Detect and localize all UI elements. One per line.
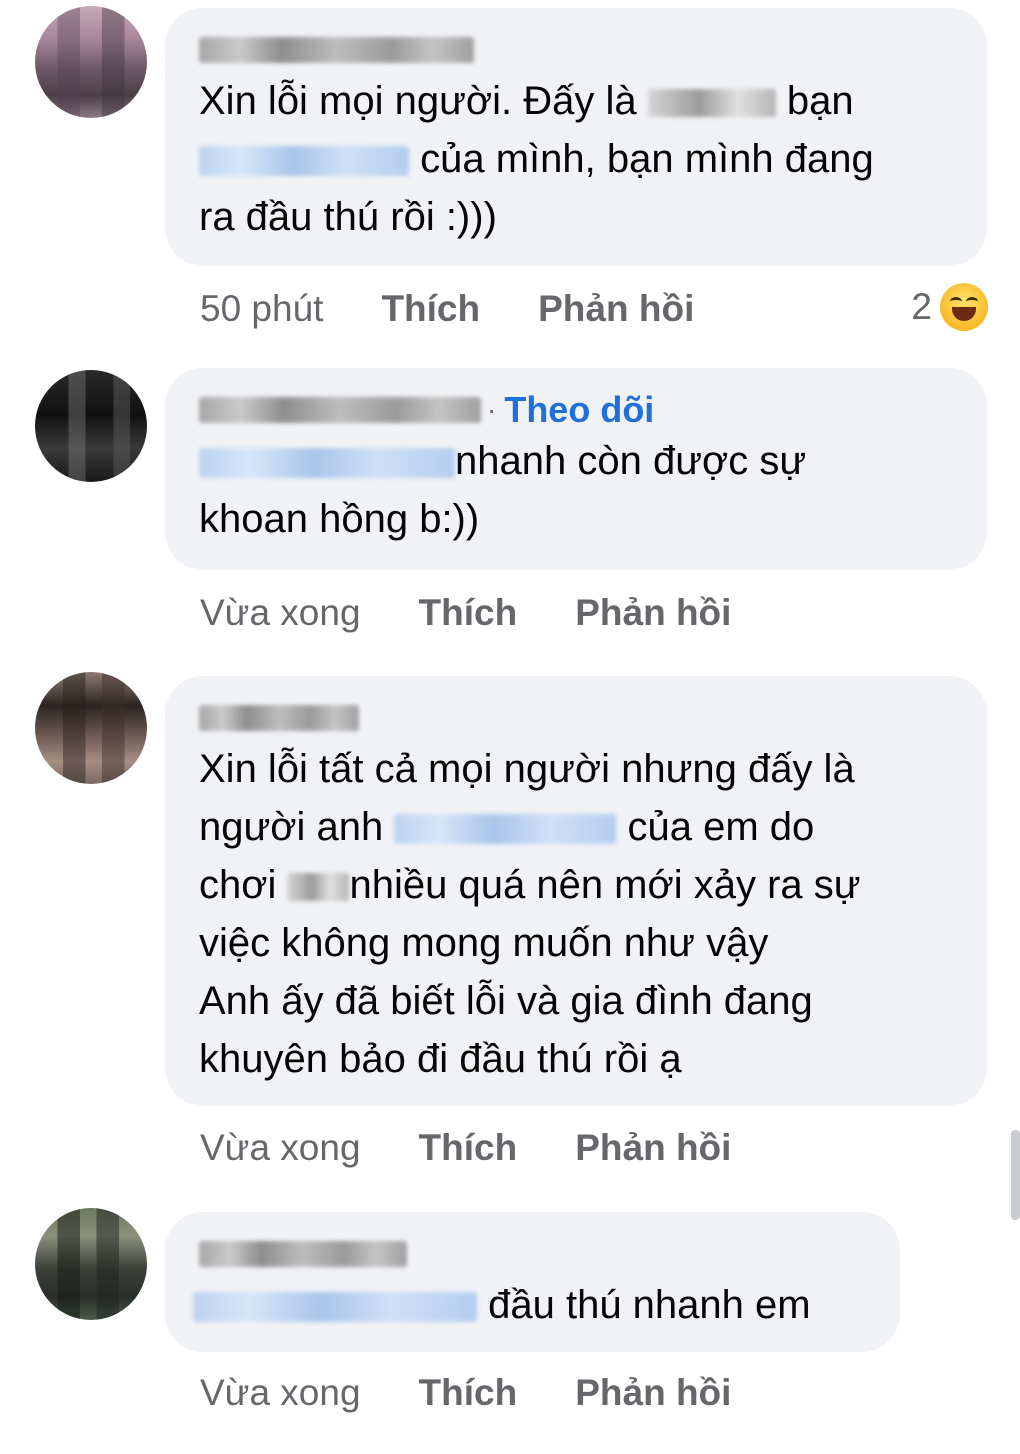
- comment-bubble: · Theo dõi nhanh còn được sự khoan hồng …: [165, 368, 987, 570]
- avatar[interactable]: [35, 370, 147, 482]
- timestamp[interactable]: Vừa xong: [200, 1372, 361, 1414]
- comment-actions: Vừa xong Thích Phản hồi: [200, 1123, 789, 1173]
- author-name-redacted[interactable]: [199, 705, 359, 731]
- haha-reaction-icon: [940, 283, 988, 331]
- redacted-text: [647, 89, 776, 117]
- comment-actions: 50 phút Thích Phản hồi: [200, 284, 752, 334]
- redacted-text: [287, 873, 350, 901]
- timestamp[interactable]: 50 phút: [200, 288, 323, 330]
- avatar-image: [35, 672, 147, 784]
- mention-link-redacted[interactable]: [193, 1292, 477, 1322]
- avatar-image: [35, 6, 147, 118]
- like-button[interactable]: Thích: [419, 1372, 518, 1414]
- like-button[interactable]: Thích: [419, 1127, 518, 1169]
- avatar-image: [35, 1208, 147, 1320]
- comment-bubble: Xin lỗi mọi người. Đấy là bạn của mình, …: [165, 8, 987, 266]
- separator-dot: ·: [487, 394, 497, 425]
- comment-actions: Vừa xong Thích Phản hồi: [200, 1368, 789, 1418]
- reaction-count: 2: [911, 286, 932, 327]
- comment-actions: Vừa xong Thích Phản hồi: [200, 588, 789, 638]
- comment-text: Xin lỗi tất cả mọi người nhưng đấy là ng…: [199, 747, 861, 1081]
- comment-bubble: đầu thú nhanh em: [165, 1212, 900, 1352]
- reply-button[interactable]: Phản hồi: [575, 1372, 731, 1414]
- comment-bubble: Xin lỗi tất cả mọi người nhưng đấy là ng…: [165, 676, 987, 1106]
- author-name-redacted[interactable]: [199, 1241, 407, 1267]
- mention-link-redacted[interactable]: [199, 146, 409, 176]
- timestamp[interactable]: Vừa xong: [200, 1127, 361, 1169]
- reply-button[interactable]: Phản hồi: [575, 592, 731, 634]
- comment-text: đầu thú nhanh em: [193, 1276, 866, 1334]
- reply-button[interactable]: Phản hồi: [575, 1127, 731, 1169]
- timestamp[interactable]: Vừa xong: [200, 592, 361, 634]
- author-name-redacted[interactable]: [199, 37, 474, 63]
- avatar[interactable]: [35, 1208, 147, 1320]
- scrollbar[interactable]: [1011, 1130, 1020, 1220]
- follow-button[interactable]: Theo dõi: [504, 389, 654, 431]
- mention-link-redacted[interactable]: [199, 448, 455, 478]
- comment-text: Xin lỗi mọi người. Đấy là bạn của mình, …: [199, 79, 874, 239]
- mention-link-redacted[interactable]: [394, 814, 617, 844]
- avatar[interactable]: [35, 672, 147, 784]
- avatar-image: [35, 370, 147, 482]
- like-button[interactable]: Thích: [381, 288, 480, 330]
- reaction-summary[interactable]: 2: [911, 282, 988, 332]
- avatar[interactable]: [35, 6, 147, 118]
- comment-text: nhanh còn được sự khoan hồng b:)): [199, 439, 807, 541]
- like-button[interactable]: Thích: [419, 592, 518, 634]
- reply-button[interactable]: Phản hồi: [538, 288, 694, 330]
- author-name-redacted[interactable]: [199, 397, 481, 423]
